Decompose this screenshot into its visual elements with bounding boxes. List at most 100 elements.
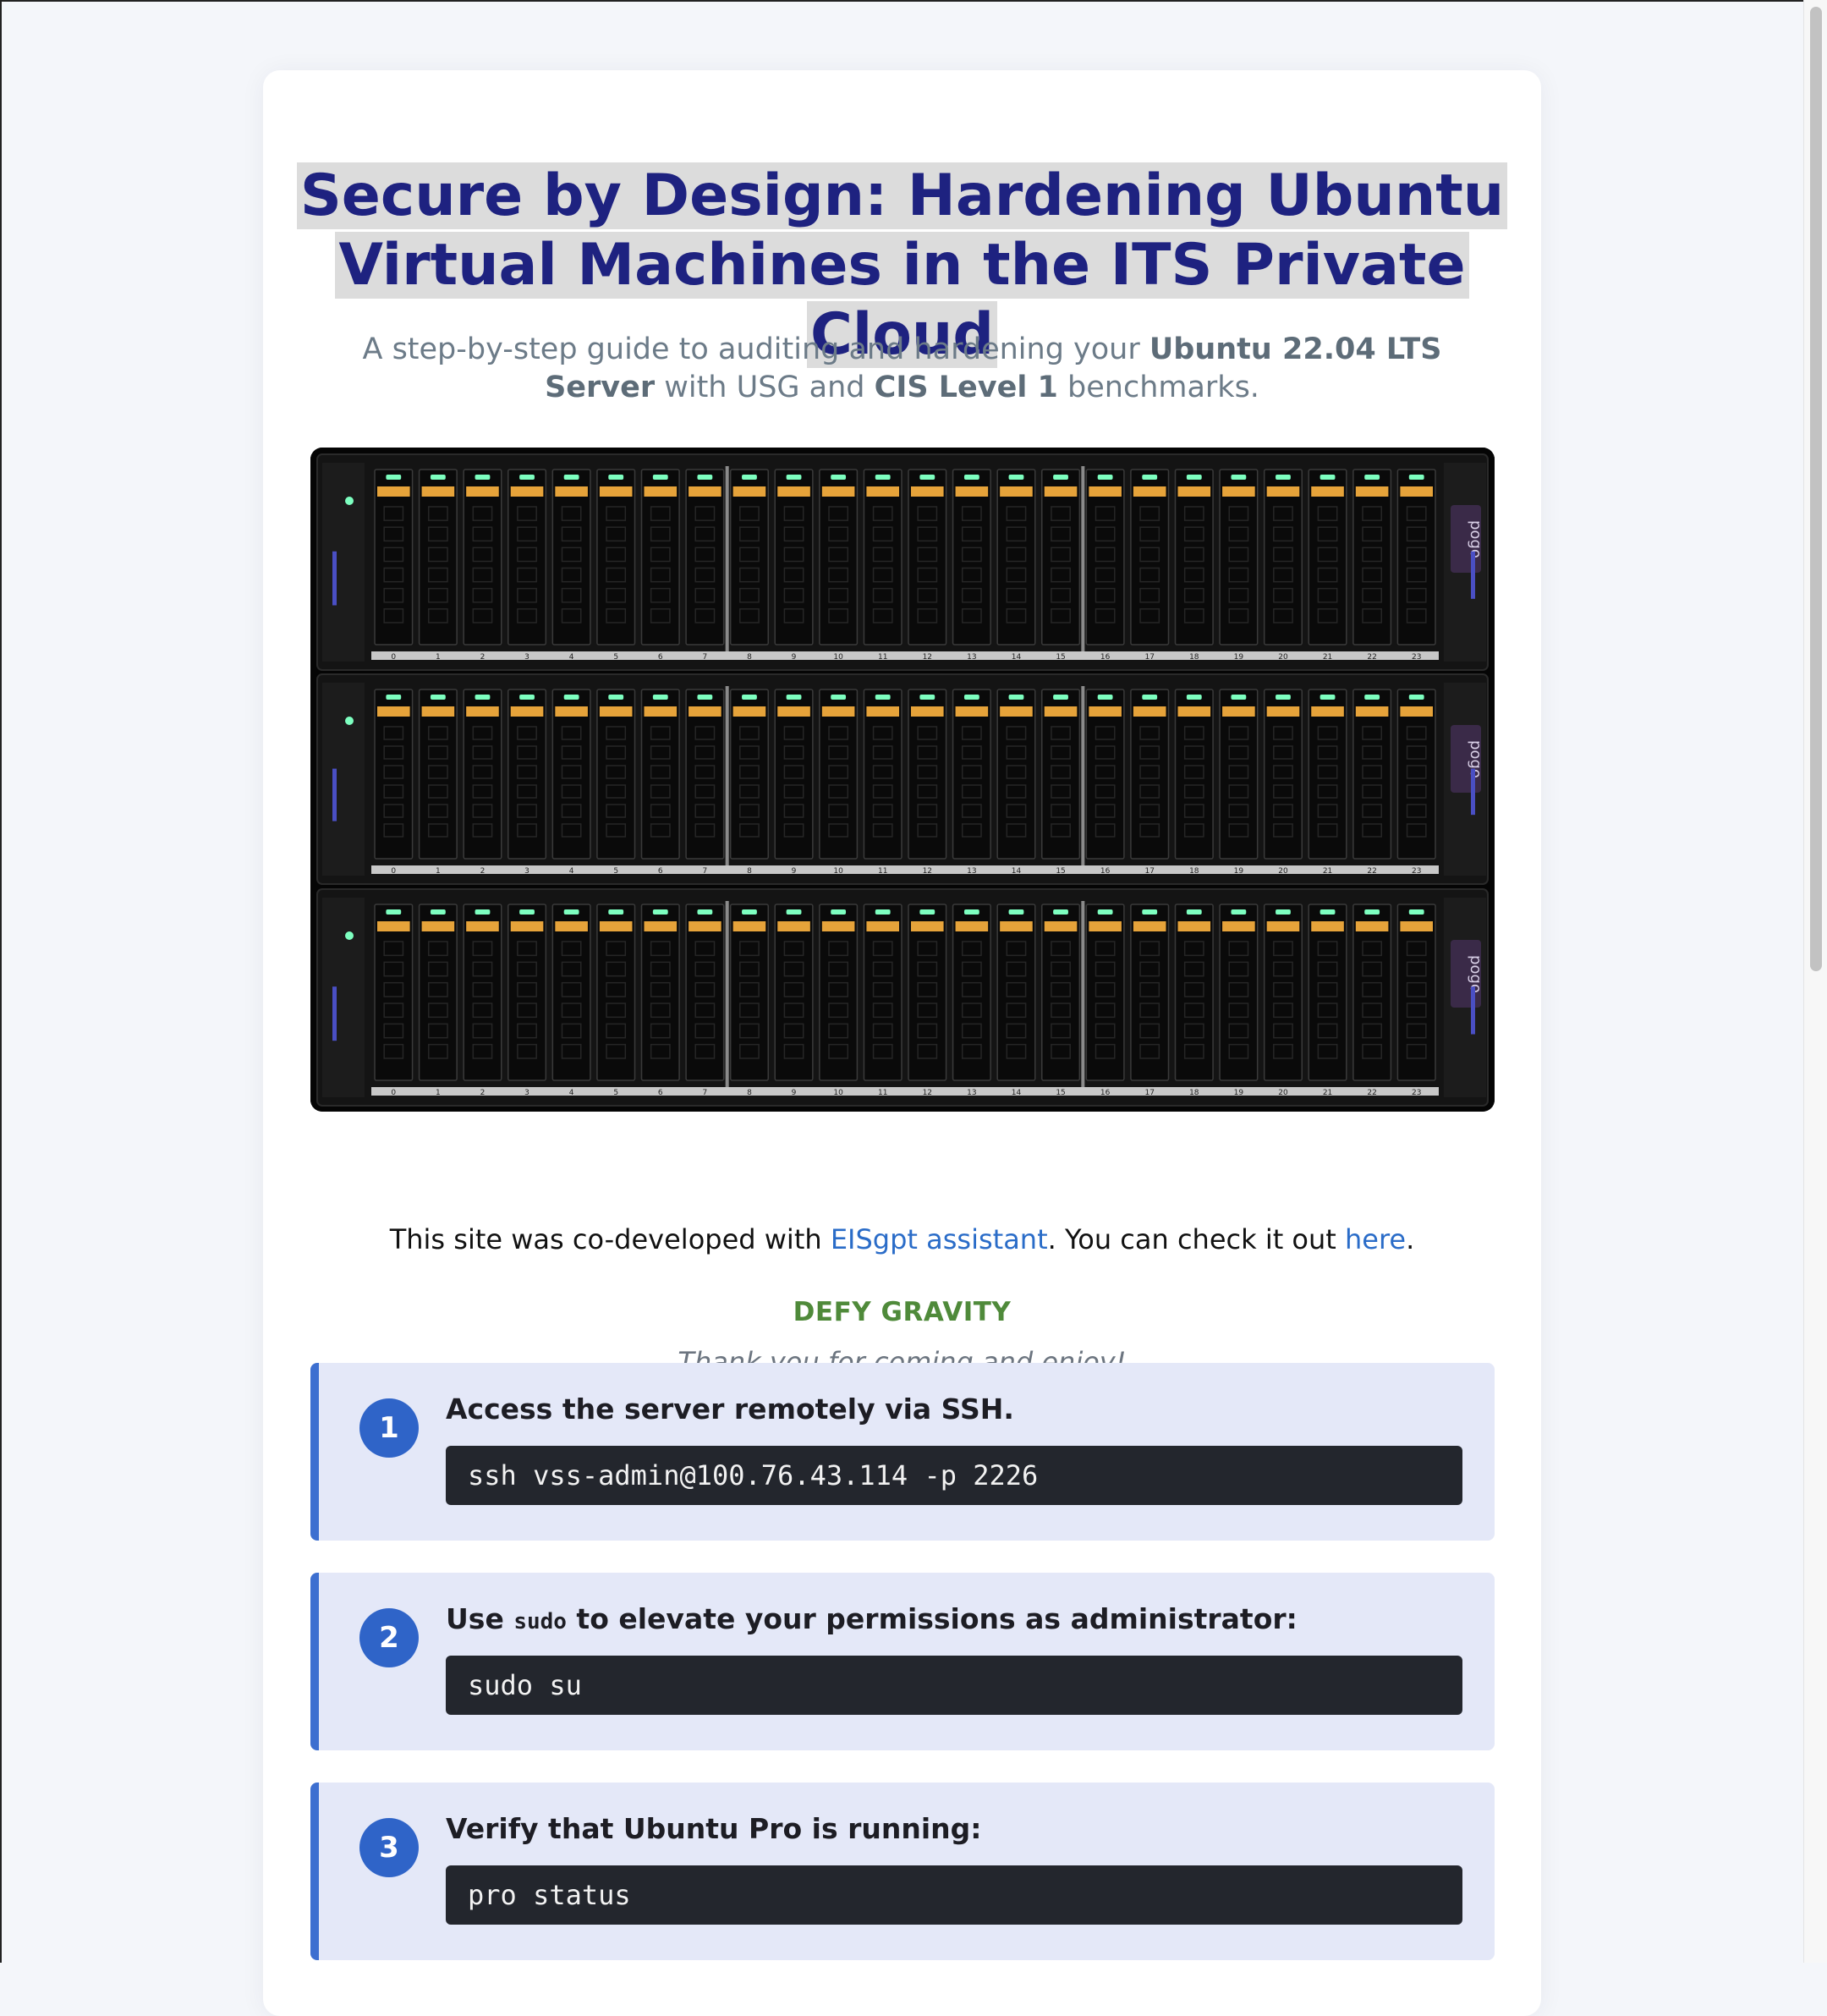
drive-tab (1177, 921, 1211, 931)
drive-led (1008, 475, 1024, 480)
drive-tab (1000, 706, 1033, 717)
bay-number-label: 9 (792, 653, 797, 662)
bay-number-label: 21 (1323, 653, 1332, 662)
drive-led (742, 909, 757, 915)
drive-tab (1355, 706, 1389, 717)
drive-tab (510, 706, 544, 717)
drive-led (1231, 475, 1247, 480)
drive-led (475, 695, 491, 700)
drive-tab (689, 706, 721, 717)
handle-accent (332, 986, 337, 1041)
bay-number-label: 20 (1278, 867, 1288, 876)
drive-tab (732, 706, 766, 717)
bay-number-label: 14 (1012, 1089, 1022, 1097)
drive-tab (1044, 486, 1078, 497)
bay-number-label: 4 (569, 1089, 574, 1097)
drive-tab (466, 921, 499, 931)
bay-number-label: 10 (833, 867, 843, 876)
scrollbar-thumb[interactable] (1810, 7, 1822, 971)
drive-led (430, 695, 446, 700)
drive-tab (866, 486, 899, 497)
drive-led (875, 475, 891, 480)
drive-led (475, 475, 491, 480)
drive-tab (644, 486, 678, 497)
drive-tab (599, 706, 633, 717)
drive-tab (1311, 486, 1344, 497)
credit-line: This site was co-developed with EISgpt a… (263, 1221, 1541, 1258)
handle-accent (1471, 551, 1475, 599)
inline-code-sudo: sudo (513, 1609, 567, 1634)
drive-tab (377, 921, 410, 931)
drive-tab (1222, 921, 1255, 931)
drive-led (519, 475, 535, 480)
drive-tab (777, 706, 810, 717)
bay-number-label: 6 (658, 653, 663, 662)
bay-number-label: 21 (1323, 1089, 1332, 1097)
drive-led (563, 909, 579, 915)
bay-number-label: 13 (967, 653, 976, 662)
drive-led (742, 475, 757, 480)
here-link[interactable]: here (1345, 1223, 1406, 1255)
bay-number-label: 6 (658, 1089, 663, 1097)
code-block-pro-status[interactable]: pro status (446, 1865, 1462, 1925)
drive-led (786, 695, 802, 700)
drive-led (1408, 695, 1424, 700)
bay-number-label: 23 (1412, 1089, 1421, 1097)
step-3-card: 3 Verify that Ubuntu Pro is running: pro… (310, 1783, 1495, 1960)
drive-led (1097, 909, 1113, 915)
drive-tab (955, 486, 989, 497)
drive-led (963, 475, 979, 480)
drive-tab (1089, 706, 1122, 717)
drive-led (608, 695, 624, 700)
bay-number-label: 8 (747, 653, 752, 662)
drive-led (608, 475, 624, 480)
credit-text-1: This site was co-developed with (389, 1223, 831, 1255)
bay-group-divider (725, 466, 729, 651)
drive-tab (777, 486, 810, 497)
bay-group-divider (725, 901, 729, 1087)
bay-number-label: 9 (792, 867, 797, 876)
drive-led (1186, 475, 1202, 480)
drive-led (475, 909, 491, 915)
drive-tab (1000, 486, 1033, 497)
power-led (345, 931, 354, 940)
step-2-card: 2 Use sudo to elevate your permissions a… (310, 1573, 1495, 1750)
drive-tab (599, 486, 633, 497)
drive-led (1097, 695, 1113, 700)
bay-number-label: 4 (569, 867, 574, 876)
drive-tab (689, 921, 721, 931)
drive-led (608, 909, 624, 915)
bay-number-label: 12 (923, 867, 932, 876)
bay-number-label: 18 (1189, 867, 1199, 876)
brand-label: pogo (1467, 740, 1484, 778)
drive-tab (1177, 706, 1211, 717)
drive-tab (1222, 486, 1255, 497)
eisgpt-assistant-link[interactable]: EISgpt assistant (831, 1223, 1048, 1255)
step-title-text: to elevate your permissions as administr… (566, 1602, 1298, 1635)
drive-tab (866, 706, 899, 717)
drive-tab (555, 706, 588, 717)
bay-number-label: 4 (569, 653, 574, 662)
bay-number-label: 18 (1189, 653, 1199, 662)
drive-led (786, 475, 802, 480)
bay-number-label: 11 (878, 653, 887, 662)
bay-number-label: 19 (1234, 867, 1244, 876)
step-number-badge: 2 (359, 1608, 419, 1667)
bay-number-label: 14 (1012, 653, 1022, 662)
drive-tab (644, 706, 678, 717)
drive-led (1008, 695, 1024, 700)
bay-number-label: 17 (1144, 867, 1154, 876)
bay-number-label: 21 (1323, 867, 1332, 876)
drive-led (1276, 475, 1291, 480)
vertical-scrollbar[interactable] (1803, 0, 1827, 1963)
drive-tab (377, 486, 410, 497)
drive-tab (1133, 921, 1166, 931)
step-1-card: 1 Access the server remotely via SSH. ss… (310, 1363, 1495, 1541)
drive-tab (732, 486, 766, 497)
drive-led (1186, 909, 1202, 915)
bay-number-label: 0 (391, 867, 396, 876)
code-block-sudo[interactable]: sudo su (446, 1656, 1462, 1715)
bay-number-label: 7 (703, 867, 708, 876)
code-block-ssh[interactable]: ssh vss-admin@100.76.43.114 -p 2226 (446, 1446, 1462, 1505)
drive-tab (1400, 921, 1433, 931)
